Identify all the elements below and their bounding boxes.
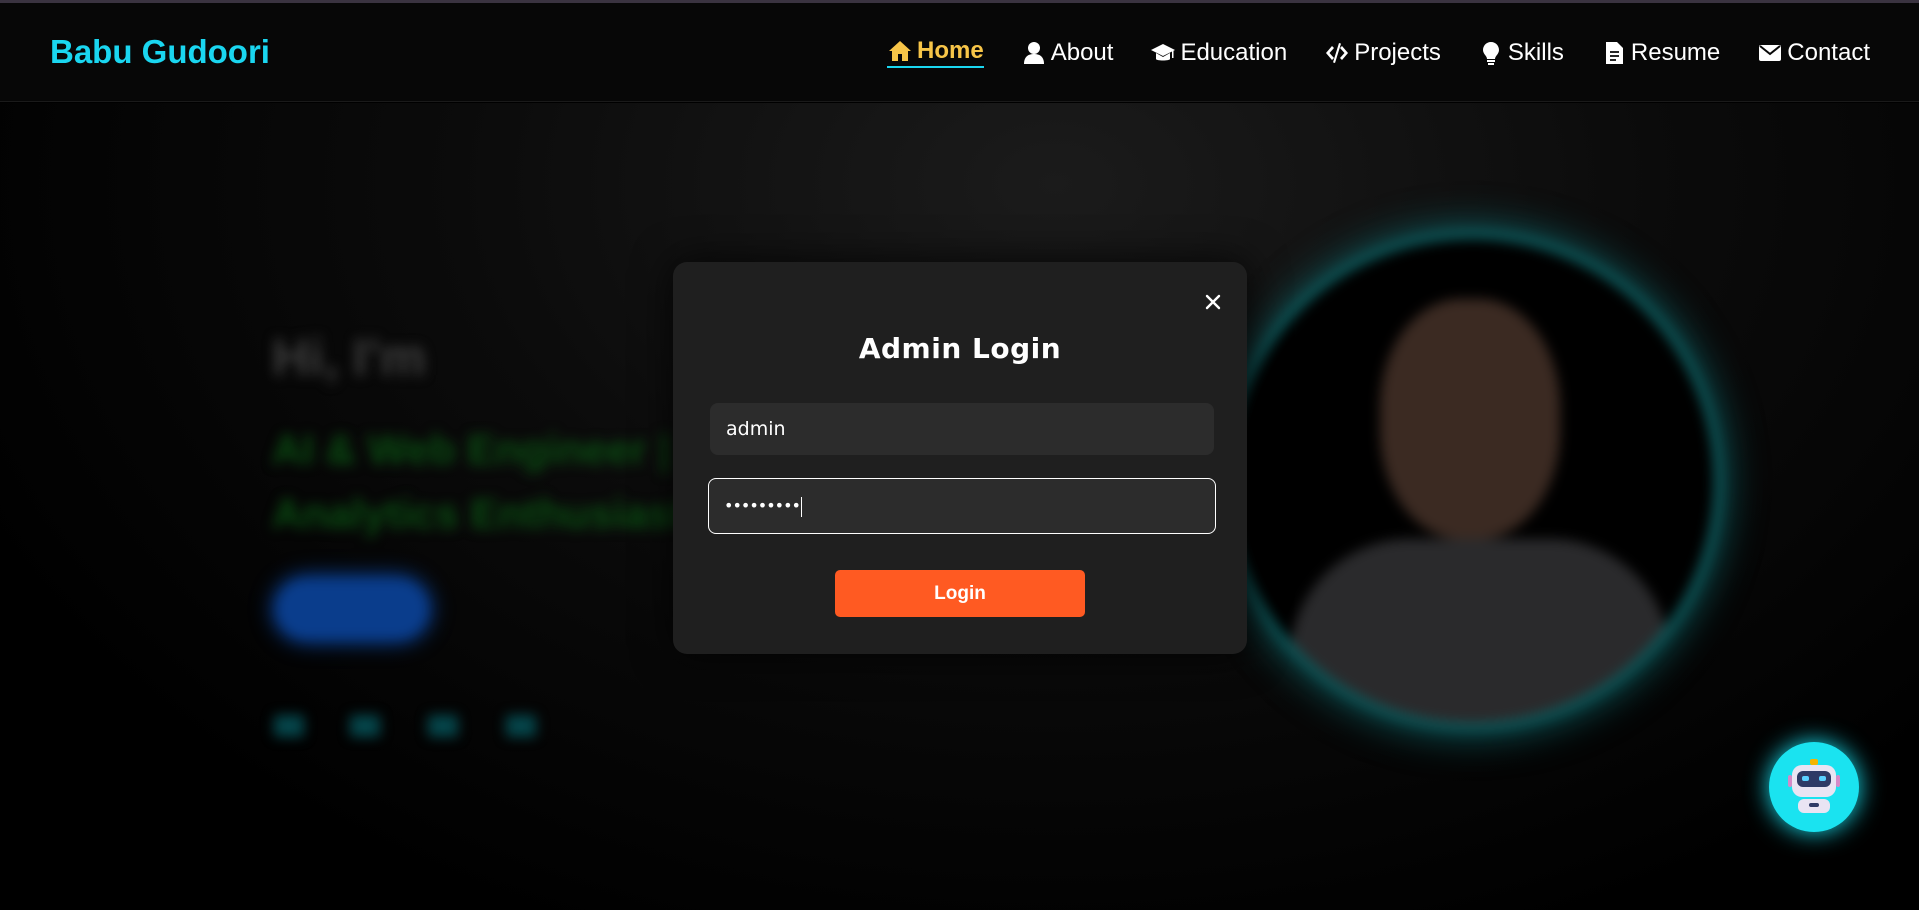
- text-caret: [800, 496, 802, 517]
- envelope-icon: [1757, 40, 1783, 66]
- hero-greeting: Hi, I'm: [272, 329, 426, 387]
- username-input[interactable]: admin: [710, 403, 1214, 455]
- nav-item-skills[interactable]: Skills: [1478, 37, 1564, 68]
- hero-role: AI & Web Engineer | Analytics Enthusiast: [272, 418, 685, 546]
- user-icon: [1021, 40, 1047, 66]
- github-icon: [350, 715, 380, 737]
- linkedin-icon: [274, 715, 304, 737]
- home-icon: [887, 38, 913, 64]
- nav-label-contact: Contact: [1787, 38, 1870, 66]
- hero-role-line2: Analytics Enthusiast: [272, 490, 686, 537]
- nav-menu: Home About Education Projects Skills Res…: [850, 37, 1870, 68]
- brand-logo[interactable]: Babu Gudoori: [50, 33, 270, 71]
- nav-label-about: About: [1050, 38, 1114, 66]
- nav-label-projects: Projects: [1354, 38, 1441, 66]
- nav-label-resume: Resume: [1630, 38, 1721, 66]
- profile-photo: [1222, 231, 1722, 731]
- code-icon: [1324, 40, 1350, 66]
- nav-label-education: Education: [1180, 38, 1288, 66]
- nav-item-home[interactable]: Home: [887, 37, 984, 68]
- nav-item-education[interactable]: Education: [1150, 37, 1287, 68]
- social-icon: [506, 715, 536, 737]
- portrait-body: [1290, 539, 1670, 723]
- nav-item-about[interactable]: About: [1021, 37, 1114, 68]
- nav-label-home: Home: [917, 37, 984, 64]
- hero-cta-button: [276, 579, 428, 639]
- nav-item-resume[interactable]: Resume: [1601, 37, 1720, 68]
- close-icon[interactable]: [1203, 292, 1223, 312]
- login-button[interactable]: Login: [835, 570, 1085, 617]
- password-value: •••••••••: [724, 496, 801, 515]
- chatbot-button[interactable]: [1769, 742, 1859, 832]
- portrait-head: [1380, 299, 1560, 539]
- hero-role-line1: AI & Web Engineer |: [272, 426, 671, 473]
- robot-icon: [1788, 759, 1840, 813]
- nav-item-contact[interactable]: Contact: [1757, 37, 1870, 68]
- nav-label-skills: Skills: [1507, 38, 1564, 66]
- navbar: Babu Gudoori Home About Education Projec…: [0, 3, 1919, 102]
- youtube-icon: [428, 715, 458, 737]
- modal-title: Admin Login: [858, 332, 1062, 365]
- admin-login-modal: Admin Login admin ••••••••• Login: [673, 262, 1247, 654]
- password-input[interactable]: •••••••••: [708, 478, 1216, 534]
- graduation-cap-icon: [1150, 40, 1176, 66]
- lightbulb-icon: [1478, 40, 1504, 66]
- nav-item-projects[interactable]: Projects: [1324, 37, 1441, 68]
- document-icon: [1601, 40, 1627, 66]
